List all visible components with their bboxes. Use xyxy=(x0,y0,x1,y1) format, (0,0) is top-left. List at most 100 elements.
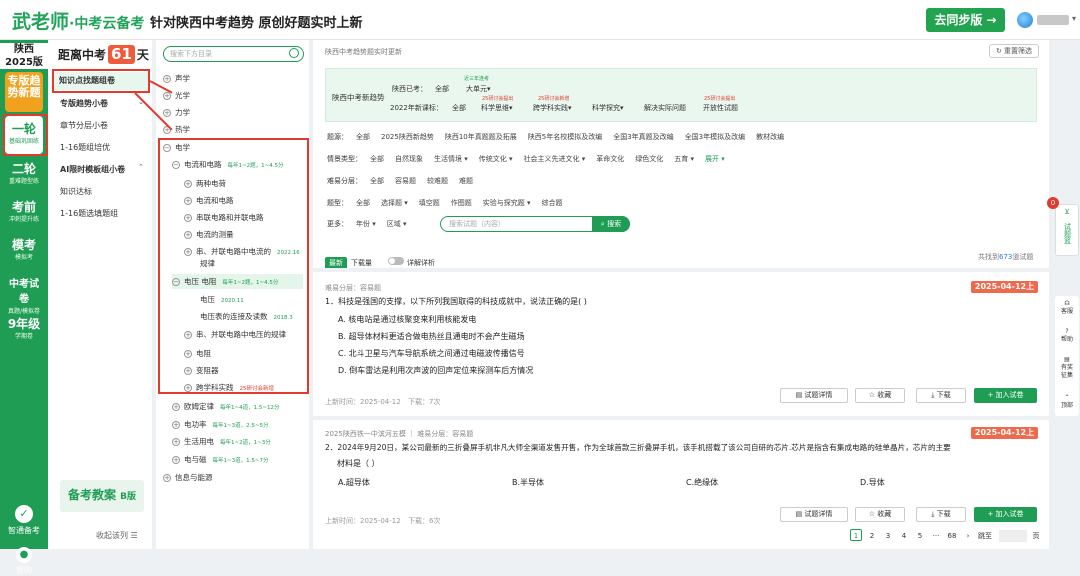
tree-node[interactable]: + 生活用电 每年1~2道，1~3分 xyxy=(172,436,271,447)
tree-node[interactable]: + 电功率 每年1~3道，2.5~5分 xyxy=(172,419,268,430)
tree-node[interactable]: + 电与磁 每年1~3道，1.5~7分 xyxy=(172,454,268,465)
reward-collect[interactable]: ▤ 有奖征集 xyxy=(1055,356,1079,380)
filter-option[interactable]: 2025陕西新趋势 xyxy=(381,133,434,141)
filter-option[interactable]: 传统文化 ▾ xyxy=(479,155,513,163)
subnav-item-groups[interactable]: 1-16题组培优 xyxy=(60,142,110,153)
tree-node[interactable]: + 声学 xyxy=(163,73,190,84)
filter-option[interactable]: 全国3年模拟及改编 xyxy=(685,133,745,141)
subnav-item-choice-groups[interactable]: 1-16题选填题组 xyxy=(60,208,118,219)
tab-downloads[interactable]: 下载量 xyxy=(351,258,372,268)
detail-toggle[interactable] xyxy=(388,256,404,265)
search-button[interactable]: ⌕ 搜索 xyxy=(592,216,630,232)
trend-opt-all2[interactable]: 全部 xyxy=(452,103,466,113)
trend-opt-cross[interactable]: 跨学科实践▾ xyxy=(533,103,572,113)
page-item[interactable]: 3 xyxy=(882,530,894,542)
nav-item-prexam[interactable]: 考前 冲刺提升练 xyxy=(5,196,43,230)
question-search-input[interactable]: 搜索试题（内容） ⌕ 搜索 xyxy=(440,216,630,232)
ai-brand[interactable]: ✓ 智通备考 xyxy=(8,505,40,535)
filter-option[interactable]: 展开 ▾ xyxy=(705,155,725,163)
filter-option[interactable]: 五育 ▾ xyxy=(674,155,694,163)
filter-option[interactable]: 全部 xyxy=(370,177,384,185)
filter-option[interactable]: 生活情境 ▾ xyxy=(434,155,468,163)
filter-option[interactable]: 综合题 xyxy=(542,199,563,207)
trend-opt-practical[interactable]: 解决实际问题 xyxy=(644,103,686,113)
filter-option[interactable]: 全部 xyxy=(356,199,370,207)
page-item[interactable]: 1 xyxy=(850,529,862,541)
me-link[interactable]: ● 我的 xyxy=(8,547,40,576)
q2-add-button[interactable]: + 加入试卷 xyxy=(974,507,1037,522)
brand-logo[interactable]: 武老师·中考云备考 xyxy=(12,7,144,34)
filter-option[interactable]: 绿色文化 xyxy=(635,155,663,163)
reset-filter-button[interactable]: ↻ 重置筛选 xyxy=(989,44,1039,58)
trend-opt-all[interactable]: 全部 xyxy=(435,84,449,94)
q2-download-button[interactable]: ⤓ 下载 xyxy=(916,507,966,522)
subnav-item-chapter[interactable]: 章节分层小卷 xyxy=(60,120,108,131)
page-item[interactable]: 4 xyxy=(898,530,910,542)
nav-item-round2[interactable]: 二轮 重难题型练 xyxy=(5,158,43,192)
page-jump-input[interactable] xyxy=(999,530,1027,542)
trend-opt-open[interactable]: 开放性试题 xyxy=(703,103,738,113)
filter-option[interactable]: 自然现象 xyxy=(395,155,423,163)
expand-icon[interactable]: + xyxy=(172,403,180,411)
expand-icon[interactable]: + xyxy=(172,421,180,429)
tree-search-input[interactable]: 搜索下方目录 xyxy=(163,46,304,62)
filter-option[interactable]: 难题 xyxy=(459,177,473,185)
question-basket[interactable]: ⊻ 试题篮 xyxy=(1055,204,1079,256)
subnav-item-trend-paper[interactable]: 专版趋势小卷 xyxy=(60,98,108,109)
filter-option[interactable]: 陕西10年真题题及拓展 xyxy=(445,133,517,141)
collapse-column-button[interactable]: 收起该列 ☰ xyxy=(96,530,138,541)
filter-option[interactable]: 社会主义先进文化 ▾ xyxy=(524,155,586,163)
trend-opt-inquiry[interactable]: 科学探究▾ xyxy=(592,103,624,113)
filter-option[interactable]: 实验与探究题 ▾ xyxy=(483,199,531,207)
q2-stem[interactable]: 2．2024年9月20日，某公司最新的三折叠屏手机非凡大师全渠道发售开售，作为全… xyxy=(325,442,951,454)
nav-item-mock[interactable]: 模考 模拟考 xyxy=(5,234,43,266)
q2-fav-button[interactable]: ☆ 收藏 xyxy=(855,507,905,522)
page-item[interactable]: 2 xyxy=(866,530,878,542)
help-link[interactable]: ? 帮助 xyxy=(1055,328,1079,344)
filter-option[interactable]: 教材改编 xyxy=(756,133,784,141)
q1-stem[interactable]: 1．科技是强国的支撑，以下所列我国取得的科技成就中，说法正确的是( ) xyxy=(325,296,587,308)
filter-option[interactable]: 容易题 xyxy=(395,177,416,185)
filter-option[interactable]: 年份 ▾ xyxy=(356,220,376,228)
chevron-down-icon[interactable]: ▾ xyxy=(1072,14,1076,23)
q1-detail-button[interactable]: ▤ 试题详情 xyxy=(780,388,848,403)
q2-detail-button[interactable]: ▤ 试题详情 xyxy=(780,507,848,522)
filter-option[interactable]: 区域 ▾ xyxy=(387,220,407,228)
sync-version-button[interactable]: 去同步版 → xyxy=(926,8,1005,32)
tree-node[interactable]: + 力学 xyxy=(163,107,190,118)
q1-add-button[interactable]: + 加入试卷 xyxy=(974,388,1037,403)
nav-item-grade9[interactable]: 9年级 学期卷 xyxy=(5,314,43,346)
search-icon[interactable] xyxy=(289,48,299,58)
trend-opt-thinking[interactable]: 科学思维▾ xyxy=(481,103,513,113)
filter-option[interactable]: 填空题 xyxy=(419,199,440,207)
tree-node[interactable]: + 欧姆定律 每年1~4道，1.5~12分 xyxy=(172,401,279,412)
q1-download-button[interactable]: ⤓ 下载 xyxy=(916,388,966,403)
tree-node[interactable]: + 信息与能源 xyxy=(163,472,213,483)
filter-option[interactable]: 选择题 ▾ xyxy=(381,199,408,207)
expand-icon[interactable]: + xyxy=(163,474,171,482)
trend-opt-unit[interactable]: 大单元▾ xyxy=(466,84,491,94)
nav-item-exams[interactable]: 中考试卷 真题/模拟卷 xyxy=(5,272,43,315)
filter-option[interactable]: 革命文化 xyxy=(596,155,624,163)
page-item[interactable]: › xyxy=(962,530,974,542)
filter-option[interactable]: 全国3年真题及改编 xyxy=(613,133,673,141)
page-item[interactable]: 68 xyxy=(946,530,958,542)
customer-service[interactable]: ☊ 客服 xyxy=(1055,300,1079,316)
filter-option[interactable]: 陕西5年名校模拟及改编 xyxy=(528,133,602,141)
filter-option[interactable]: 全部 xyxy=(356,133,370,141)
filter-option[interactable]: 全部 xyxy=(370,155,384,163)
avatar[interactable] xyxy=(1017,12,1033,28)
expand-icon[interactable]: + xyxy=(163,109,171,117)
filter-option[interactable]: 作图题 xyxy=(451,199,472,207)
expand-icon[interactable]: + xyxy=(163,75,171,83)
subnav-item-standard[interactable]: 知识达标 xyxy=(60,186,92,197)
expand-icon[interactable]: + xyxy=(172,438,180,446)
expand-icon[interactable]: + xyxy=(172,456,180,464)
nav-item-trend[interactable]: 专版趋势新题 xyxy=(5,72,43,112)
lesson-plan-banner[interactable]: 备考教案 B版 xyxy=(60,480,144,512)
back-to-top[interactable]: ⌃ 顶部 xyxy=(1055,394,1079,410)
filter-option[interactable]: 较难题 xyxy=(427,177,448,185)
q1-fav-button[interactable]: ☆ 收藏 xyxy=(855,388,905,403)
subnav-item-ai[interactable]: AI限时模板组小卷 xyxy=(60,164,125,175)
username-redacted[interactable] xyxy=(1037,15,1069,25)
